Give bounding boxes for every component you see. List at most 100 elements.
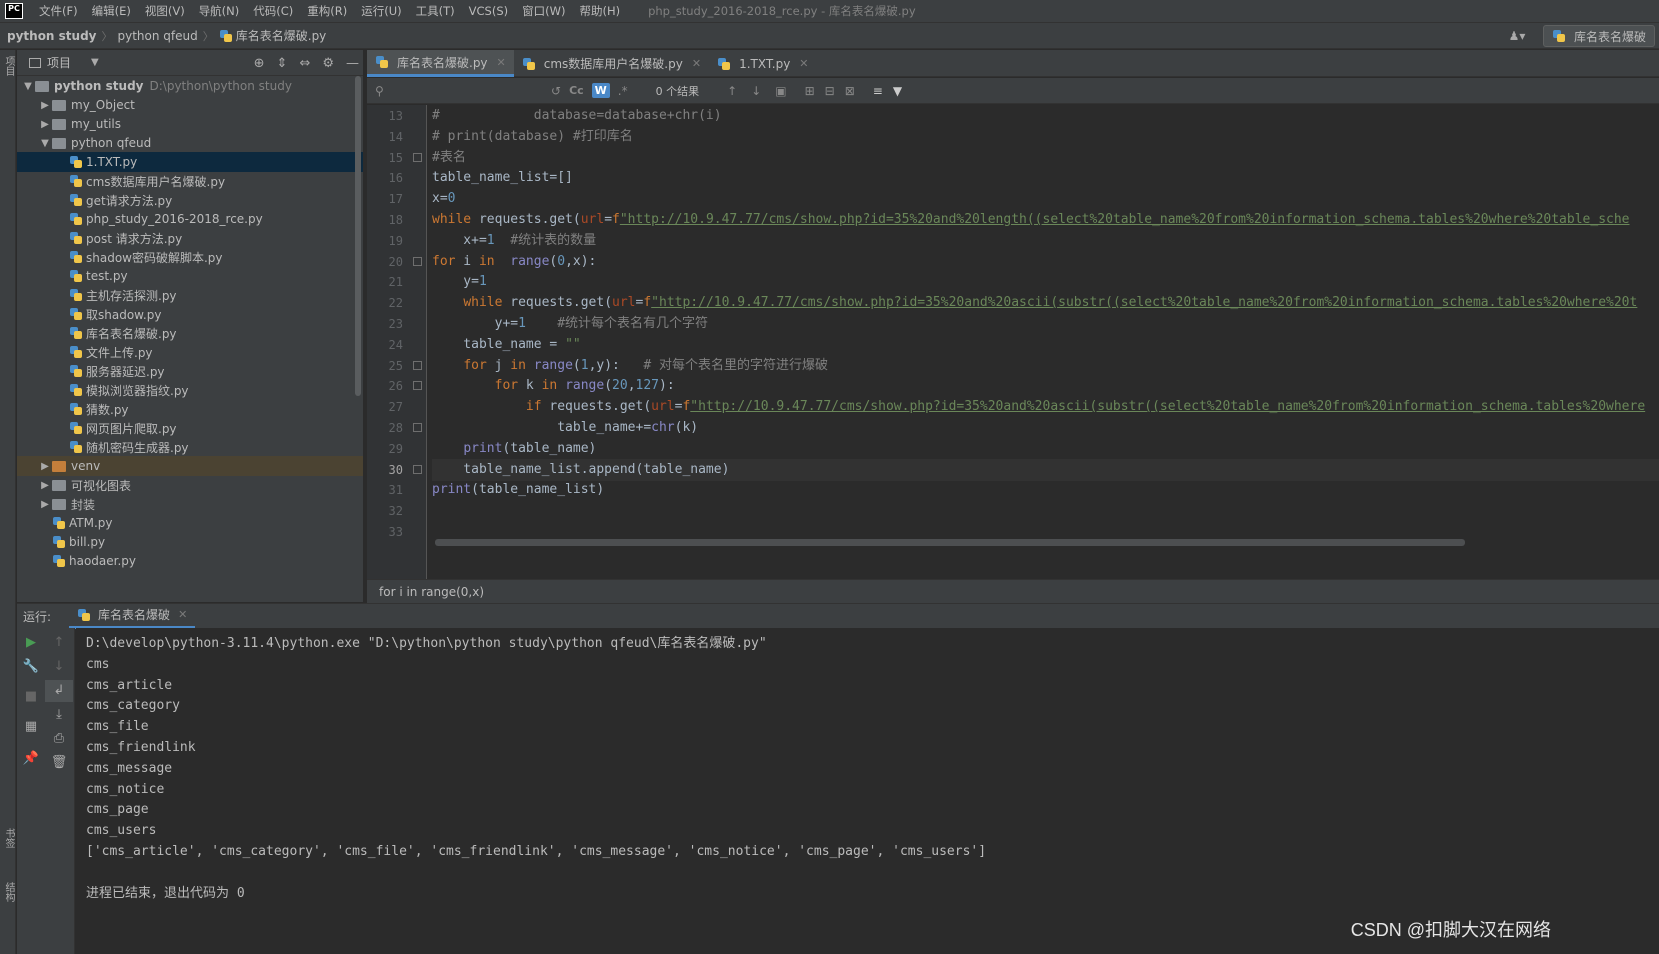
- fold-marker-icon[interactable]: [413, 423, 422, 432]
- tree-folder-item[interactable]: ▶ 封装: [17, 494, 363, 514]
- match-case-toggle[interactable]: Cc: [569, 84, 584, 97]
- rerun-icon[interactable]: ▶: [17, 632, 45, 654]
- stop-icon[interactable]: ■: [17, 686, 45, 708]
- tree-file-item[interactable]: shadow密码破解脚本.py: [17, 247, 363, 267]
- arrow-up-icon[interactable]: ↑: [45, 632, 73, 654]
- pin-icon[interactable]: 📌: [17, 748, 45, 770]
- tree-folder-item[interactable]: ▶ my_Object: [17, 95, 363, 115]
- fold-marker-icon[interactable]: [413, 464, 422, 474]
- filter-options-icon[interactable]: ≡: [873, 84, 883, 98]
- soft-wrap-icon[interactable]: ↲: [45, 680, 73, 702]
- menu-code[interactable]: 代码(C): [253, 3, 293, 19]
- code-line[interactable]: table_name_list=[]: [432, 167, 573, 189]
- tree-file-item[interactable]: ATM.py: [17, 513, 363, 533]
- code-line[interactable]: if requests.get(url=f"http://10.9.47.77/…: [432, 396, 1645, 418]
- close-icon[interactable]: ✕: [799, 57, 808, 70]
- tree-file-item[interactable]: 库名表名爆破.py: [17, 323, 363, 343]
- menu-run[interactable]: 运行(U): [361, 3, 401, 19]
- breadcrumb-file[interactable]: 库名表名爆破.py: [236, 27, 327, 44]
- menu-view[interactable]: 视图(V): [145, 3, 185, 19]
- chevron-right-icon[interactable]: ▶: [38, 480, 52, 491]
- hide-panel-icon[interactable]: —: [346, 56, 359, 71]
- previous-occurrence-icon[interactable]: ↑: [727, 84, 737, 98]
- menu-refactor[interactable]: 重构(R): [307, 3, 347, 19]
- structure-tool-window-button[interactable]: 结构: [1, 882, 16, 902]
- tree-file-item[interactable]: test.py: [17, 266, 363, 286]
- project-tree-scrollbar[interactable]: [355, 76, 361, 396]
- expand-all-icon[interactable]: ⇕: [277, 56, 288, 71]
- collapse-all-icon[interactable]: ⇔: [299, 56, 310, 71]
- add-selection-icon[interactable]: ⊞: [805, 84, 815, 98]
- project-view-selector[interactable]: 项目 ▼: [29, 54, 99, 71]
- menu-window[interactable]: 窗口(W): [522, 3, 565, 19]
- code-line[interactable]: table_name_list.append(table_name): [432, 458, 1659, 481]
- tree-file-item[interactable]: 服务器延迟.py: [17, 361, 363, 381]
- layout-icon[interactable]: ▦: [17, 716, 45, 738]
- fold-marker-icon[interactable]: [413, 256, 422, 266]
- code-line[interactable]: for i in range(0,x):: [432, 251, 596, 273]
- code-line[interactable]: while requests.get(url=f"http://10.9.47.…: [432, 292, 1637, 314]
- code-line[interactable]: x+=1 #统计表的数量: [432, 230, 596, 252]
- arrow-down-icon[interactable]: ↓: [45, 656, 73, 678]
- scroll-to-end-icon[interactable]: ⤓: [45, 704, 73, 726]
- tree-file-item[interactable]: 取shadow.py: [17, 304, 363, 324]
- user-account-button[interactable]: ♟▾: [1499, 26, 1535, 46]
- gear-icon[interactable]: ⚙: [322, 56, 334, 71]
- tree-file-item[interactable]: get请求方法.py: [17, 190, 363, 210]
- tree-file-item[interactable]: 1.TXT.py: [17, 152, 363, 172]
- tab-cms-file[interactable]: cms数据库用户名爆破.py ✕: [514, 50, 709, 77]
- console-output[interactable]: D:\develop\python-3.11.4\python.exe "D:\…: [76, 628, 1659, 954]
- editor-horizontal-scrollbar[interactable]: [435, 539, 1465, 546]
- tree-file-item[interactable]: cms数据库用户名爆破.py: [17, 171, 363, 191]
- chevron-right-icon[interactable]: ▶: [38, 461, 52, 472]
- tree-file-item[interactable]: 主机存活探测.py: [17, 285, 363, 305]
- chevron-right-icon[interactable]: ▶: [38, 119, 52, 130]
- tree-file-item[interactable]: 模拟浏览器指纹.py: [17, 380, 363, 400]
- code-line[interactable]: # database=database+chr(i): [432, 105, 722, 127]
- menu-vcs[interactable]: VCS(S): [469, 4, 508, 18]
- tree-file-item[interactable]: post 请求方法.py: [17, 228, 363, 248]
- code-line[interactable]: y=1: [432, 271, 487, 293]
- select-all-occurrences-icon[interactable]: ▣: [775, 84, 786, 98]
- tree-file-item[interactable]: php_study_2016-2018_rce.py: [17, 209, 363, 229]
- breadcrumb-project[interactable]: python study: [7, 29, 97, 43]
- code-line[interactable]: for j in range(1,y): # 对每个表名里的字符进行爆破: [432, 355, 828, 377]
- line-number-gutter[interactable]: 13 14 15 16 17 18 19 20 21 22 23 24 25 26 27 28 29 30 31 32…: [367, 105, 427, 579]
- tree-folder-item[interactable]: ▶ 可视化图表: [17, 475, 363, 495]
- close-icon[interactable]: ✕: [178, 608, 187, 621]
- print-icon[interactable]: ⎙: [45, 728, 73, 750]
- menu-navigate[interactable]: 导航(N): [199, 3, 240, 19]
- code-line[interactable]: x=0: [432, 188, 455, 210]
- menu-help[interactable]: 帮助(H): [579, 3, 620, 19]
- regex-toggle[interactable]: .*: [618, 84, 628, 98]
- tree-file-item[interactable]: haodaer.py: [17, 551, 363, 571]
- next-occurrence-icon[interactable]: ↓: [751, 84, 761, 98]
- select-all-icon[interactable]: ⊠: [845, 84, 855, 98]
- close-icon[interactable]: ✕: [497, 56, 506, 69]
- tab-current-file[interactable]: 库名表名爆破.py ✕: [367, 50, 514, 77]
- chevron-right-icon[interactable]: ▶: [38, 499, 52, 510]
- code-line[interactable]: # print(database) #打印库名: [432, 126, 633, 148]
- menu-file[interactable]: 文件(F): [39, 3, 78, 19]
- tree-file-item[interactable]: bill.py: [17, 532, 363, 552]
- fold-marker-icon[interactable]: [413, 152, 422, 162]
- fold-marker-icon[interactable]: [413, 381, 422, 391]
- bookmarks-tool-window-button[interactable]: 书签: [1, 828, 16, 848]
- run-tab[interactable]: 库名表名爆破 ✕: [69, 604, 196, 629]
- chevron-right-icon[interactable]: ▶: [38, 100, 52, 111]
- search-input[interactable]: [371, 79, 571, 102]
- code-line[interactable]: while requests.get(url=f"http://10.9.47.…: [432, 209, 1630, 231]
- code-line[interactable]: table_name = "": [432, 334, 580, 356]
- tree-file-item[interactable]: 网页图片爬取.py: [17, 418, 363, 438]
- filter-icon[interactable]: ▼: [893, 84, 902, 98]
- code-line[interactable]: y+=1 #统计每个表名有几个字符: [432, 313, 708, 335]
- tree-folder-item[interactable]: ▶ my_utils: [17, 114, 363, 134]
- run-configuration-select[interactable]: 库名表名爆破: [1542, 25, 1655, 47]
- fold-marker-icon[interactable]: [413, 360, 422, 370]
- trash-icon[interactable]: 🗑: [45, 752, 73, 774]
- editor-breadcrumb-label[interactable]: for i in range(0,x): [379, 585, 484, 599]
- chevron-down-icon[interactable]: ▼: [38, 138, 52, 149]
- breadcrumb-folder[interactable]: python qfeud: [118, 29, 198, 43]
- tree-folder-item[interactable]: ▶ venv: [17, 456, 363, 476]
- close-icon[interactable]: ✕: [692, 57, 701, 70]
